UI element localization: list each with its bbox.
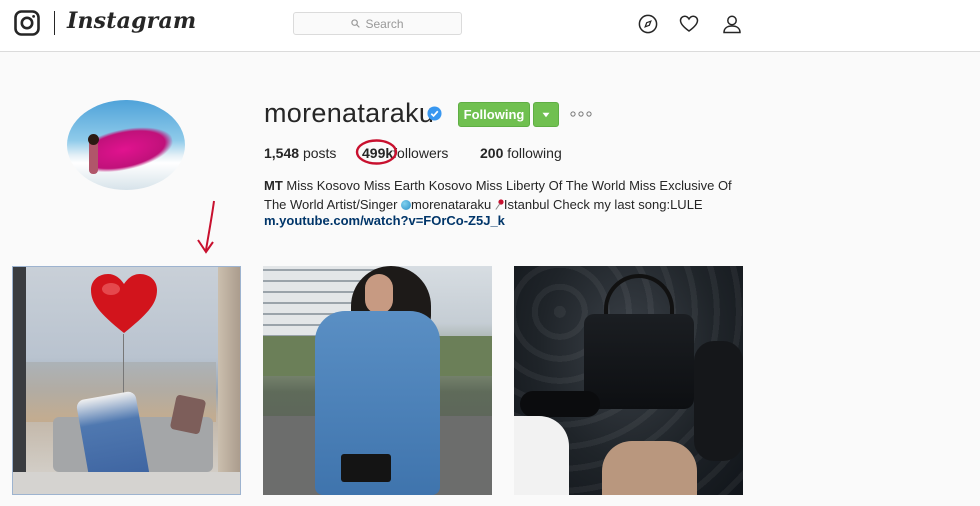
bio-name: MT [264, 178, 283, 193]
caret-down-icon [542, 112, 550, 117]
avatar-hair-shape [88, 134, 99, 145]
more-options-icon[interactable] [570, 108, 592, 120]
heart-balloon-shape [89, 273, 159, 335]
heart-icon[interactable] [679, 14, 699, 34]
bio-external-link[interactable]: m.youtube.com/watch?v=FOrCo-Z5J_k [264, 213, 505, 228]
top-nav-bar: Instagram Search [0, 0, 980, 52]
bio-handle-mention[interactable]: morenataraku [411, 197, 491, 212]
logo-divider [54, 11, 55, 35]
profile-username: morenataraku [264, 98, 435, 128]
post-thumbnail-heart-balloon[interactable] [12, 266, 241, 495]
suggested-dropdown-button[interactable] [533, 102, 559, 127]
white-cup-shape [514, 416, 569, 495]
red-arrow-annotation [197, 200, 215, 254]
shoe-shape [602, 441, 697, 495]
black-handbag-shape [584, 314, 694, 409]
post-thumbnail-denim-dress[interactable] [263, 266, 492, 495]
black-slipper-shape [694, 341, 743, 461]
search-icon [351, 19, 361, 28]
handbag-shape [341, 454, 391, 482]
curtain-shape [218, 267, 240, 494]
search-input[interactable]: Search [293, 12, 462, 35]
search-placeholder: Search [365, 16, 404, 31]
profile-avatar[interactable] [67, 100, 185, 190]
verified-badge-icon [427, 106, 442, 121]
face-shape [365, 274, 393, 314]
following-count: 200 [480, 145, 504, 161]
pushpin-emoji-icon [495, 199, 504, 210]
posts-label: posts [302, 145, 337, 161]
floor-shape [13, 472, 240, 494]
user-profile-icon[interactable] [722, 14, 742, 34]
post-thumbnail-black-handbag[interactable] [514, 266, 743, 495]
bio-text-2: Istanbul Check my last song:LULE [503, 197, 703, 212]
compass-icon[interactable] [638, 14, 658, 34]
avatar-dress-shape [87, 119, 177, 177]
sunglasses-shape [520, 391, 600, 417]
globe-emoji-icon [401, 200, 412, 210]
following-label: following [507, 145, 562, 161]
posts-stat: 1,548 posts [264, 145, 336, 161]
instagram-wordmark[interactable]: Instagram [67, 8, 196, 34]
window-frame-shape [13, 267, 26, 494]
profile-bio: MT Miss Kosovo Miss Earth Kosovo Miss Li… [264, 176, 734, 214]
following-button[interactable]: Following [458, 102, 530, 127]
posts-count: 1,548 [264, 145, 300, 161]
following-stat[interactable]: 200 following [480, 145, 562, 161]
instagram-camera-logo-icon[interactable] [14, 10, 40, 36]
red-circle-annotation [355, 139, 398, 165]
followers-label: followers [393, 145, 449, 161]
